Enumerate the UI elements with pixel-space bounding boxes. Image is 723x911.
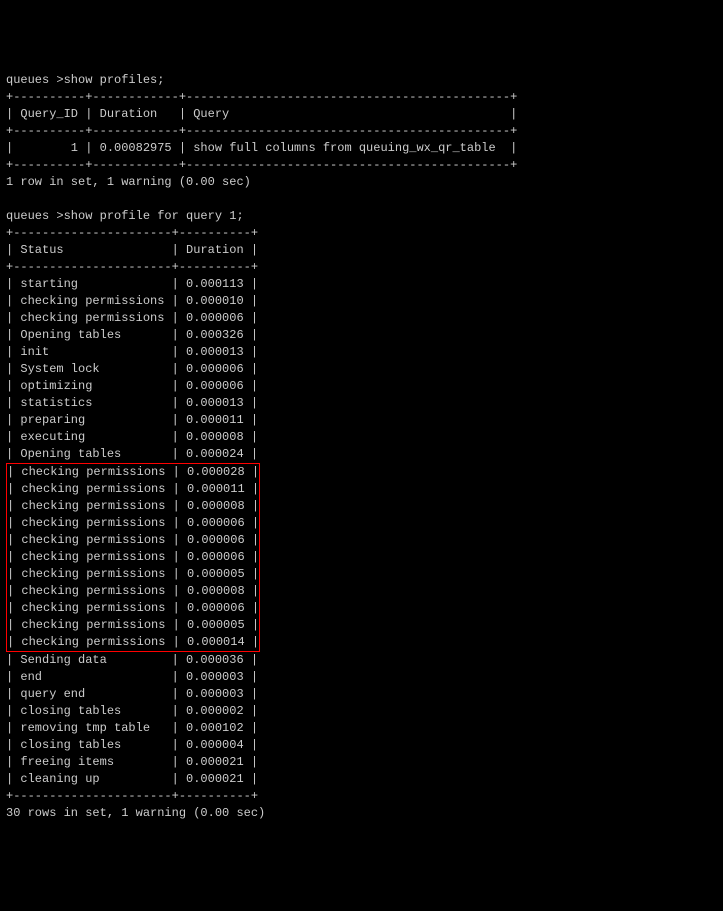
blank-line [6,191,717,208]
table-row: | end | 0.000003 | [6,669,717,686]
table-row: | closing tables | 0.000002 | [6,703,717,720]
table-row: | executing | 0.000008 | [6,429,717,446]
table-row: | checking permissions | 0.000010 | [6,293,717,310]
table-row: | 1 | 0.00082975 | show full columns fro… [6,140,717,157]
table-row: | query end | 0.000003 | [6,686,717,703]
table-row: | checking permissions | 0.000006 | [7,515,259,532]
table-row: | checking permissions | 0.000014 | [7,634,259,651]
table-row: | checking permissions | 0.000011 | [7,481,259,498]
command: show profiles; [64,73,165,87]
rows-after: | Sending data | 0.000036 || end | 0.000… [6,652,717,788]
table-row: | removing tmp table | 0.000102 | [6,720,717,737]
table-row: | init | 0.000013 | [6,344,717,361]
result-summary: 1 row in set, 1 warning (0.00 sec) [6,174,717,191]
table-row: | cleaning up | 0.000021 | [6,771,717,788]
separator: +----------------------+----------+ [6,225,717,242]
prompt: queues > [6,73,64,87]
table-row: | checking permissions | 0.000008 | [7,583,259,600]
separator: +----------------------+----------+ [6,788,717,805]
table-row: | System lock | 0.000006 | [6,361,717,378]
table-row: | checking permissions | 0.000005 | [7,617,259,634]
highlighted-rows: | checking permissions | 0.000028 || che… [6,463,260,652]
prompt: queues > [6,209,64,223]
table-row: | Sending data | 0.000036 | [6,652,717,669]
table-row: | checking permissions | 0.000006 | [6,310,717,327]
table-row: | checking permissions | 0.000006 | [7,532,259,549]
separator: +----------+------------+---------------… [6,89,717,106]
table-row: | preparing | 0.000011 | [6,412,717,429]
result-summary: 30 rows in set, 1 warning (0.00 sec) [6,805,717,822]
table-row: | checking permissions | 0.000006 | [7,549,259,566]
rows-before: | starting | 0.000113 || checking permis… [6,276,717,463]
table-row: | checking permissions | 0.000005 | [7,566,259,583]
table-row: | statistics | 0.000013 | [6,395,717,412]
table-header: | Status | Duration | [6,242,717,259]
table-row: | Opening tables | 0.000024 | [6,446,717,463]
table-row: | checking permissions | 0.000028 | [7,464,259,481]
separator: +----------+------------+---------------… [6,157,717,174]
table-row: | optimizing | 0.000006 | [6,378,717,395]
table-row: | starting | 0.000113 | [6,276,717,293]
table-row: | closing tables | 0.000004 | [6,737,717,754]
table-row: | freeing items | 0.000021 | [6,754,717,771]
separator: +----------------------+----------+ [6,259,717,276]
terminal-output: queues >show profiles;+----------+------… [6,72,717,822]
table-row: | Opening tables | 0.000326 | [6,327,717,344]
separator: +----------+------------+---------------… [6,123,717,140]
table-row: | checking permissions | 0.000006 | [7,600,259,617]
table-header: | Query_ID | Duration | Query | [6,106,717,123]
command: show profile for query 1; [64,209,244,223]
table-row: | checking permissions | 0.000008 | [7,498,259,515]
